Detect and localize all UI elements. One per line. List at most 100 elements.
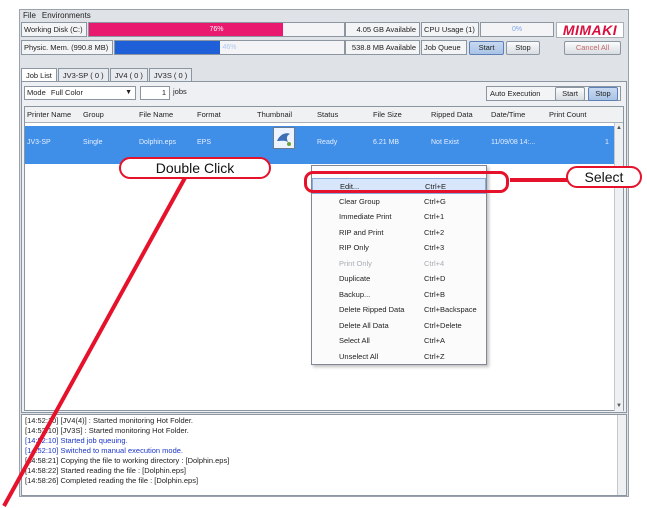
context-menu-item-shortcut: Ctrl+3	[424, 243, 445, 252]
cell-print-count: 1	[605, 139, 609, 146]
phys-mem-pct: 46%	[222, 44, 237, 51]
phys-mem-label: Physic. Mem. (990.8 MB)	[21, 40, 113, 55]
job-queue-stop-button[interactable]: Stop	[506, 41, 540, 55]
cell-ripped: Not Exist	[431, 139, 460, 146]
cell-size: 6.21 MB	[373, 139, 400, 146]
tab-jv3s[interactable]: JV3S ( 0 )	[148, 68, 193, 82]
context-menu-item-label: Clear Group	[339, 196, 380, 206]
jobs-label: jobs	[173, 87, 187, 96]
col-print-count[interactable]: Print Count	[549, 110, 587, 119]
log-panel: [14:52:10] [JV4(4)] : Started monitoring…	[21, 414, 627, 496]
menu-environments[interactable]: Environments	[42, 11, 91, 20]
phys-mem-bar: 46%	[114, 40, 345, 55]
cpu-usage-bar: 0%	[480, 22, 554, 37]
mode-select[interactable]: Mode Full Color ▼	[24, 86, 136, 100]
context-menu-item-label: Backup...	[339, 289, 371, 299]
log-line: [14:52:10] Switched to manual execution …	[25, 446, 184, 455]
context-menu-item[interactable]: Select All Ctrl+A	[312, 333, 486, 349]
col-ripped-data[interactable]: Ripped Data	[431, 110, 473, 119]
context-menu-item-label: Select All	[339, 336, 370, 345]
edit-highlight-ring	[304, 171, 509, 193]
context-menu-item[interactable]: Delete All Data Ctrl+Delete	[312, 318, 486, 334]
job-queue-start-button[interactable]: Start	[469, 41, 504, 55]
col-file-size[interactable]: File Size	[373, 110, 402, 119]
cpu-usage-pct: 0%	[511, 26, 523, 33]
context-menu-item[interactable]: Duplicate Ctrl+D	[312, 271, 486, 287]
col-group[interactable]: Group	[83, 110, 104, 119]
context-menu-item-shortcut: Ctrl+Backspace	[424, 305, 477, 314]
context-menu-item-shortcut: Ctrl+1	[424, 212, 445, 221]
auto-stop-button[interactable]: Stop	[588, 87, 618, 101]
working-disk-label: Working Disk (C:)	[21, 22, 87, 37]
context-menu-item[interactable]: RIP and Print Ctrl+2	[312, 225, 486, 241]
tab-bar: Job List JV3-SP ( 0 ) JV4 ( 0 ) JV3S ( 0…	[21, 68, 193, 82]
mode-label: Mode	[27, 88, 46, 97]
scroll-down-icon[interactable]: ▼	[616, 403, 622, 409]
scroll-up-icon[interactable]: ▲	[616, 125, 622, 131]
context-menu-item[interactable]: RIP Only Ctrl+3	[312, 240, 486, 256]
table-row[interactable]: JV3-SP Single Dolphin.eps EPS Ready 6.21…	[25, 126, 615, 164]
context-menu-item-label: Unselect All	[339, 351, 379, 361]
context-menu-item-shortcut: Ctrl+2	[424, 227, 445, 237]
context-menu-item[interactable]: Delete Ripped Data Ctrl+Backspace	[312, 302, 486, 318]
dolphin-thumbnail-icon	[273, 127, 295, 149]
log-line: [14:58:26] Completed reading the file : …	[25, 476, 199, 485]
working-disk-bar: 76%	[88, 22, 345, 37]
log-line: [14:52:10] Started job queuing.	[25, 436, 128, 445]
menu-file[interactable]: File	[23, 11, 36, 20]
col-date-time[interactable]: Date/Time	[491, 110, 525, 119]
context-menu-item-shortcut: Ctrl+D	[424, 274, 446, 283]
context-menu-item[interactable]: Clear Group Ctrl+G	[312, 194, 486, 210]
context-menu-item-label: Immediate Print	[339, 212, 392, 221]
chevron-down-icon: ▼	[125, 89, 132, 96]
mimaki-logo: MIMAKI	[556, 22, 624, 38]
table-header: Printer Name Group File Name Format Thum…	[25, 107, 623, 123]
context-menu-item-shortcut: Ctrl+A	[424, 336, 446, 345]
context-menu-item-shortcut: Ctrl+4	[424, 258, 445, 268]
tab-jv3-sp[interactable]: JV3-SP ( 0 )	[57, 68, 109, 82]
auto-start-button[interactable]: Start	[555, 87, 585, 101]
context-menu-item[interactable]: Unselect All Ctrl+Z	[312, 349, 486, 365]
log-line: [14:58:21] Copying the file to working d…	[25, 456, 230, 465]
cpu-usage-label: CPU Usage (1)	[421, 22, 479, 37]
log-scrollbar[interactable]	[617, 415, 626, 495]
context-menu-item[interactable]: Print Only Ctrl+4	[312, 256, 486, 272]
context-menu-item-label: RIP and Print	[339, 227, 384, 237]
context-menu-item-label: Delete Ripped Data	[339, 305, 405, 314]
mode-value: Full Color	[50, 88, 83, 97]
context-menu: Edit... Ctrl+E Clear Group Ctrl+G Immediate …	[311, 165, 487, 365]
menu-bar: File Environments	[20, 10, 628, 21]
cell-datetime: 11/09/08 14:...	[491, 139, 536, 146]
tab-job-list[interactable]: Job List	[21, 68, 57, 82]
double-click-callout: Double Click	[119, 157, 271, 179]
working-disk-available: 4.05 GB Available	[345, 22, 420, 37]
tab-jv4[interactable]: JV4 ( 0 )	[109, 68, 148, 82]
log-line: [14:58:22] Started reading the file : [D…	[25, 466, 186, 475]
context-menu-item-label: Duplicate	[339, 274, 371, 283]
context-menu-item-shortcut: Ctrl+B	[424, 289, 446, 299]
context-menu-item-label: RIP Only	[339, 243, 369, 252]
col-format[interactable]: Format	[197, 110, 221, 119]
context-menu-item-shortcut: Ctrl+Z	[424, 351, 445, 361]
context-menu-item-shortcut: Ctrl+Delete	[424, 320, 462, 330]
col-status[interactable]: Status	[317, 110, 338, 119]
log-line: [14:52:10] [JV4(4)] : Started monitoring…	[25, 416, 194, 425]
cell-format: EPS	[197, 139, 212, 146]
cancel-all-button[interactable]: Cancel All	[564, 41, 621, 55]
cell-file: Dolphin.eps	[139, 139, 176, 146]
col-thumbnail[interactable]: Thumbnail	[257, 110, 292, 119]
col-file-name[interactable]: File Name	[139, 110, 173, 119]
phys-mem-available: 538.8 MB Available	[345, 40, 420, 55]
working-disk-pct: 76%	[209, 26, 224, 33]
context-menu-item-label: Delete All Data	[339, 320, 389, 330]
context-menu-item[interactable]: Backup... Ctrl+B	[312, 287, 486, 303]
col-printer-name[interactable]: Printer Name	[27, 110, 71, 119]
mode-row: Mode Full Color ▼ 1 jobs Auto Execution …	[22, 86, 626, 102]
jobs-count: 1	[140, 86, 170, 100]
log-line: [14:52:10] [JV3S] : Started monitoring H…	[25, 426, 189, 435]
context-menu-item[interactable]: Immediate Print Ctrl+1	[312, 209, 486, 225]
auto-execution-label: Auto Execution	[490, 89, 541, 98]
auto-execution-group: Auto Execution Start Stop	[486, 86, 621, 101]
select-callout: Select	[566, 166, 642, 188]
job-queue-label: Job Queue	[421, 40, 467, 55]
